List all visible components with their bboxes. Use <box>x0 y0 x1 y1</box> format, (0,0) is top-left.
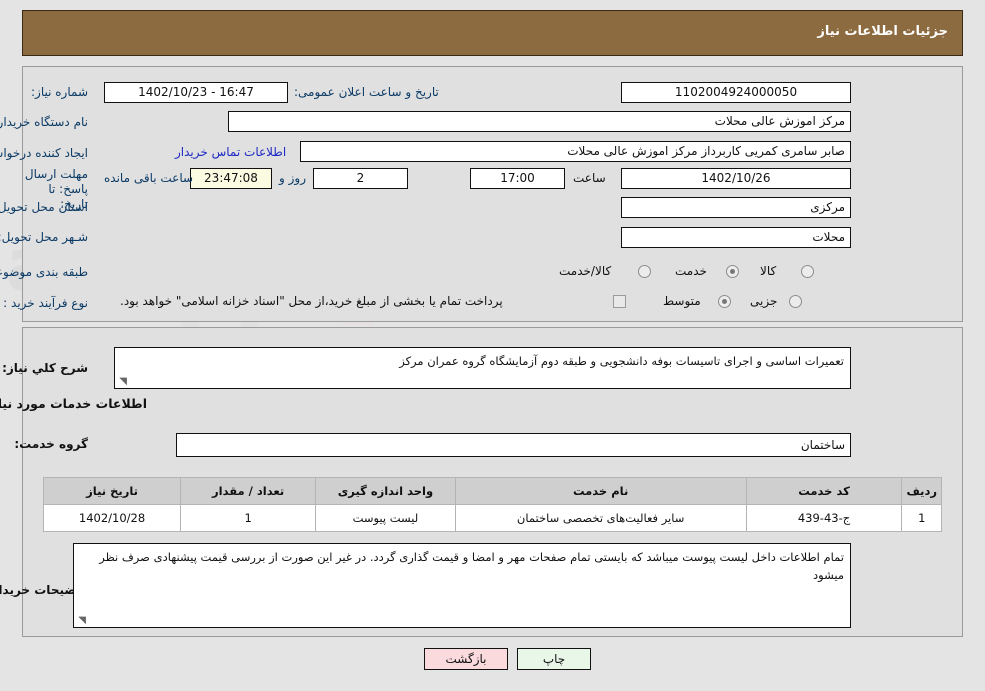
resize-grip-icon[interactable]: ◥ <box>117 377 127 387</box>
checkbox-islamic-treasury-bonds[interactable] <box>613 295 626 308</box>
public-announce-label: تاریخ و ساعت اعلان عمومی: <box>294 85 439 99</box>
deadline-time: 17:00 <box>470 168 565 189</box>
public-announce-value: 16:47 - 1402/10/23 <box>104 82 288 103</box>
col-name: نام خدمت <box>454 477 747 505</box>
province-value: مرکزی <box>621 197 851 218</box>
services-section-title: اطلاعات خدمات مورد نیاز <box>0 396 147 411</box>
time-remaining: 23:47:08 <box>190 168 272 189</box>
page-root: AriaTender .net جزئیات اطلاعات نیاز شمار… <box>0 0 985 691</box>
buyer-notes-value: تمام اطلاعات داخل لیست پیوست میباشد که ب… <box>99 550 844 582</box>
city-value: محلات <box>621 227 851 248</box>
need-info-panel <box>22 66 963 322</box>
buyer-notes-textarea[interactable]: تمام اطلاعات داخل لیست پیوست میباشد که ب… <box>73 543 851 628</box>
table-row[interactable]: 1 ج-43-439 سایر فعالیت‌های تخصصی ساختمان… <box>42 504 942 532</box>
hour-label: ساعت <box>573 171 606 185</box>
category-option-2: کالا/خدمت <box>559 264 612 278</box>
service-group-value: ساختمان <box>176 433 851 457</box>
col-code: کد خدمت <box>745 477 903 505</box>
need-number-label: شماره نیاز: <box>31 85 88 99</box>
need-number-value: 1102004924000050 <box>621 82 851 103</box>
cell-name: سایر فعالیت‌های تخصصی ساختمان <box>454 504 747 532</box>
back-button[interactable]: بازگشت <box>424 648 508 670</box>
radio-category-kala[interactable] <box>801 265 814 278</box>
buyer-org-label: نام دستگاه خریدار: <box>0 115 88 129</box>
cell-date: 1402/10/28 <box>42 504 182 532</box>
requester-label: ایجاد کننده درخواست: <box>0 146 88 160</box>
treasury-checkbox-label: پرداخت تمام یا بخشی از مبلغ خرید،از محل … <box>120 294 503 308</box>
col-qty: تعداد / مقدار <box>180 477 317 505</box>
category-option-1: خدمت <box>675 264 707 278</box>
radio-category-kala-khedmat[interactable] <box>638 265 651 278</box>
resize-grip-icon[interactable]: ◥ <box>76 616 86 626</box>
process-option-1: متوسط <box>663 294 701 308</box>
page-title: جزئیات اطلاعات نیاز <box>817 24 948 39</box>
radio-process-jozii[interactable] <box>789 295 802 308</box>
province-label: استان محل تحویل: <box>0 200 88 214</box>
col-radif: ردیف <box>901 477 942 505</box>
general-desc-textarea[interactable]: تعمیرات اساسی و اجرای تاسیسات بوفه دانشج… <box>114 347 851 389</box>
days-word: روز و <box>279 171 306 185</box>
col-date: تاریخ نیاز <box>42 477 182 505</box>
city-label: شـهر محل تحویل: <box>0 230 88 244</box>
deadline-date: 1402/10/26 <box>621 168 851 189</box>
cell-code: ج-43-439 <box>745 504 903 532</box>
cell-unit: لیست پیوست <box>315 504 456 532</box>
page-header-bar: جزئیات اطلاعات نیاز <box>22 10 963 56</box>
service-group-label: گروه خدمت: <box>14 437 88 451</box>
cell-radif: 1 <box>901 504 942 532</box>
process-option-0: جزیی <box>750 294 778 308</box>
radio-category-khedmat[interactable] <box>726 265 739 278</box>
category-option-0: کالا <box>760 264 777 278</box>
table-header-row: ردیف کد خدمت نام خدمت واحد اندازه گیری ت… <box>42 477 942 505</box>
col-unit: واحد اندازه گیری <box>315 477 456 505</box>
buyer-contact-link[interactable]: اطلاعات تماس خریدار <box>175 145 286 159</box>
buyer-org-value: مرکز اموزش عالی محلات <box>228 111 851 132</box>
general-desc-label: شرح کلي نیاز: <box>2 361 88 375</box>
remaining-suffix: ساعت باقی مانده <box>104 171 194 185</box>
requester-value: صابر سامری کمریی کاربرداز مرکز اموزش عال… <box>300 141 851 162</box>
cell-qty: 1 <box>180 504 317 532</box>
services-table: ردیف کد خدمت نام خدمت واحد اندازه گیری ت… <box>42 477 942 532</box>
days-remaining: 2 <box>313 168 408 189</box>
radio-process-motevaset[interactable] <box>718 295 731 308</box>
category-label: طبقه بندی موضوعی: <box>0 265 88 279</box>
general-desc-value: تعمیرات اساسی و اجرای تاسیسات بوفه دانشج… <box>399 354 844 368</box>
print-button[interactable]: چاپ <box>517 648 591 670</box>
process-label: نوع فرآیند خرید : <box>3 296 88 310</box>
